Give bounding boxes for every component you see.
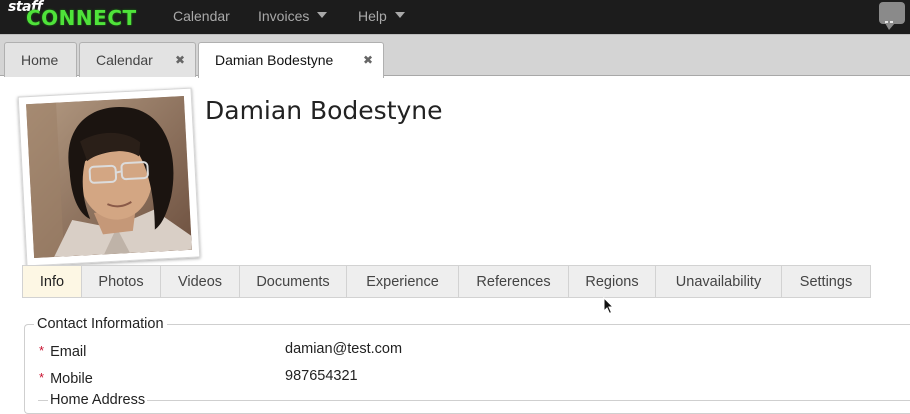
tab-videos[interactable]: Videos <box>161 265 240 298</box>
close-icon[interactable]: ✖ <box>175 43 185 77</box>
chat-bubble-icon[interactable] <box>879 2 905 42</box>
email-value[interactable]: damian@test.com <box>285 341 402 357</box>
profile-photo[interactable] <box>26 95 192 259</box>
tab-damian-bodestyne[interactable]: Damian Bodestyne ✖ <box>198 42 384 78</box>
tab-documents[interactable]: Documents <box>240 265 347 298</box>
staffconnect-logo[interactable]: staff CONNECT <box>8 0 148 32</box>
tab-experience[interactable]: Experience <box>347 265 459 298</box>
nav-invoices-dropdown[interactable]: Invoices <box>258 0 328 32</box>
profile-photo-frame <box>17 87 201 267</box>
email-label: * Email <box>39 343 87 360</box>
mobile-value[interactable]: 987654321 <box>285 368 358 384</box>
chevron-down-icon <box>317 12 328 19</box>
tab-home-label: Home <box>21 52 59 68</box>
tab-damian-bodestyne-label: Damian Bodestyne <box>215 52 334 68</box>
required-star-icon: * <box>39 343 45 358</box>
home-address-divider <box>38 400 910 401</box>
home-address-legend: Home Address <box>48 392 148 408</box>
tab-references[interactable]: References <box>459 265 569 298</box>
email-label-text: Email <box>50 344 87 360</box>
nav-calendar-label: Calendar <box>173 8 230 24</box>
tab-photos[interactable]: Photos <box>82 265 161 298</box>
nav-calendar[interactable]: Calendar <box>173 0 230 32</box>
tab-calendar[interactable]: Calendar ✖ <box>79 42 196 77</box>
nav-help-dropdown[interactable]: Help <box>358 0 405 32</box>
tab-settings[interactable]: Settings <box>782 265 871 298</box>
nav-help-label: Help <box>358 8 387 24</box>
required-star-icon: * <box>39 370 45 385</box>
contact-information-legend: Contact Information <box>34 316 167 332</box>
tab-calendar-label: Calendar <box>96 52 153 68</box>
mobile-label-text: Mobile <box>50 371 93 387</box>
tab-strip: Home Calendar ✖ Damian Bodestyne ✖ <box>0 34 910 78</box>
profile-name-heading: Damian Bodestyne <box>205 96 443 125</box>
mobile-label: * Mobile <box>39 370 93 387</box>
tab-regions[interactable]: Regions <box>569 265 656 298</box>
chevron-down-icon <box>394 12 405 19</box>
mouse-cursor-icon <box>603 297 615 315</box>
tab-info[interactable]: Info <box>22 265 82 298</box>
nav-invoices-label: Invoices <box>258 8 310 24</box>
top-nav-bar: staff CONNECT Calendar Invoices Help <box>0 0 910 42</box>
close-icon[interactable]: ✖ <box>363 43 373 77</box>
tab-unavailability[interactable]: Unavailability <box>656 265 782 298</box>
logo-text-connect: CONNECT <box>26 6 137 30</box>
profile-photo-image <box>26 95 192 259</box>
tab-home[interactable]: Home <box>4 42 77 77</box>
